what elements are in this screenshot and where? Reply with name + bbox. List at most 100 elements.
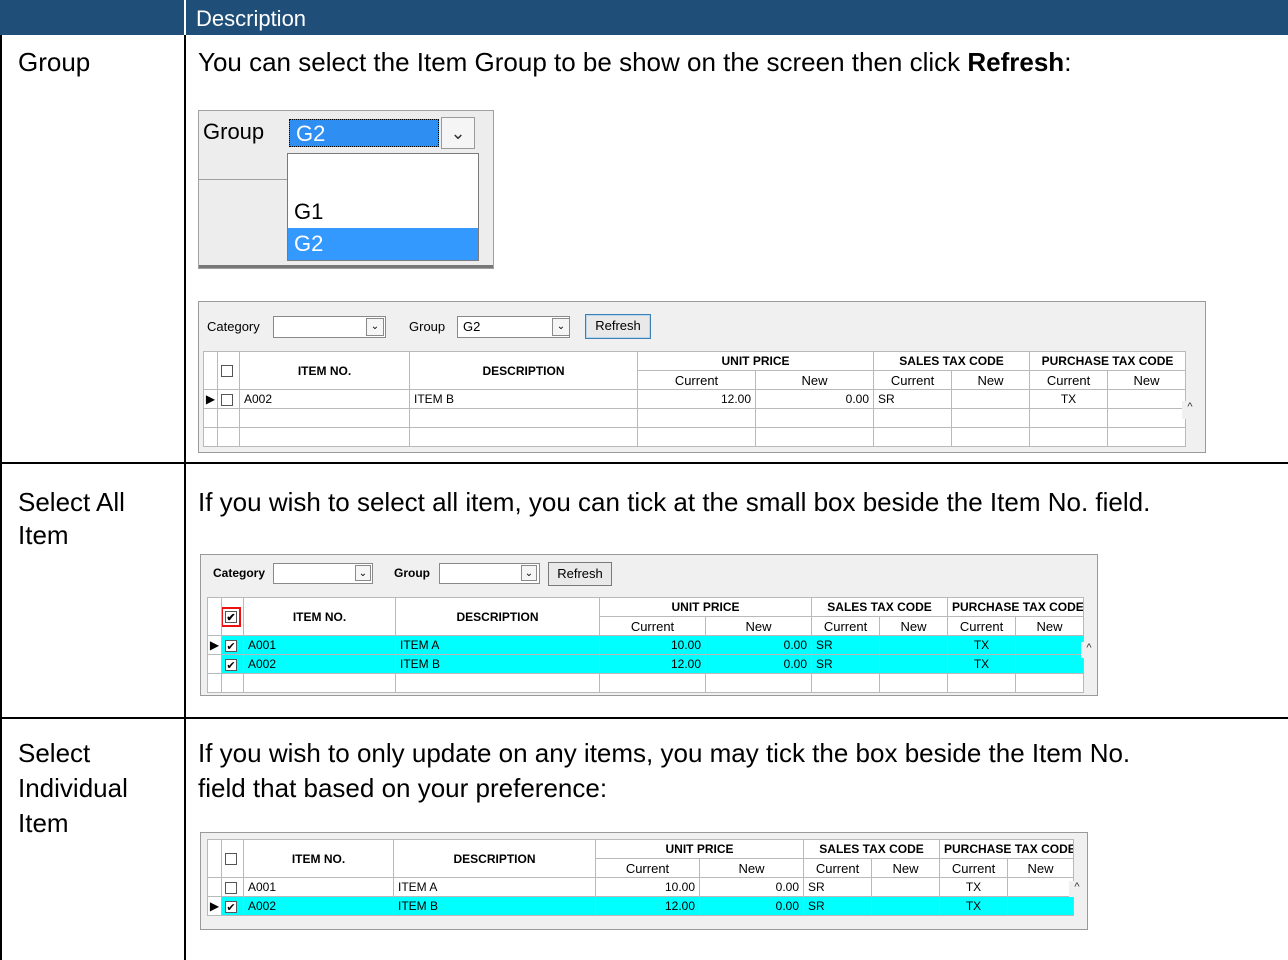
table-row-empty — [203, 408, 1187, 428]
cell-item-no: A002 — [239, 389, 410, 409]
item-grid-2: ✔ ITEM NO. DESCRIPTION UNIT PRICE SALES … — [207, 597, 1085, 693]
sub-current: Current — [595, 858, 700, 878]
table-row-empty — [207, 673, 1085, 693]
category-label: Category — [207, 319, 260, 334]
select-all-checkbox[interactable] — [221, 839, 244, 878]
table-row[interactable]: ▶ A002 ITEM B 12.00 0.00 SR TX — [203, 389, 1187, 409]
desc-colon: : — [1064, 47, 1072, 77]
row-indicator-header — [203, 351, 218, 390]
cell-item-no: A002 — [243, 896, 394, 916]
checkmark-icon[interactable]: ✔ — [225, 900, 237, 914]
select-all-checkbox[interactable]: ✔ — [221, 597, 244, 636]
sub-new: New — [704, 616, 813, 636]
combo-option-g1[interactable]: G1 — [288, 196, 478, 228]
col-item-no: ITEM NO. — [243, 597, 396, 636]
item-grid-1: ITEM NO. DESCRIPTION UNIT PRICE SALES TA… — [203, 351, 1187, 447]
cell-purchase-tax-new — [1015, 654, 1085, 674]
label-line: Select — [18, 738, 91, 768]
row-checkbox[interactable] — [217, 389, 240, 409]
desc-line: field that based on your preference: — [198, 773, 608, 803]
cell-purchase-tax-new — [1015, 635, 1085, 655]
sub-new: New — [1007, 858, 1075, 878]
sub-current: Current — [947, 616, 1017, 636]
row-checkbox[interactable] — [221, 877, 244, 897]
checkmark-icon[interactable]: ✔ — [225, 658, 237, 672]
select-all-checkbox[interactable] — [217, 351, 240, 390]
table-row[interactable]: ▶ ✔ A001 ITEM A 10.00 0.00 SR TX — [207, 635, 1085, 655]
grid-screenshot-1: Category ⌄ Group G2 ⌄ Refresh ITEM NO. D… — [198, 301, 1206, 453]
chevron-down-icon[interactable]: ⌄ — [441, 117, 475, 149]
cell-description: ITEM B — [393, 896, 596, 916]
cell-purchase-tax: TX — [947, 635, 1017, 655]
chevron-down-icon[interactable]: ⌄ — [355, 565, 371, 581]
cell-sales-tax: SR — [811, 654, 881, 674]
cell-purchase-tax: TX — [939, 877, 1009, 897]
cell-description: ITEM B — [409, 389, 638, 409]
combo-dropdown-list: G1 G2 — [287, 153, 479, 261]
table-row[interactable]: ✔ A002 ITEM B 12.00 0.00 SR TX — [207, 654, 1085, 674]
cell-description: ITEM B — [395, 654, 600, 674]
combo-option-g2[interactable]: G2 — [288, 228, 478, 260]
outer-left-border — [0, 35, 2, 960]
scroll-up-icon[interactable]: ^ — [1182, 401, 1198, 419]
sub-current: Current — [939, 858, 1009, 878]
cell-price-new: 0.00 — [704, 635, 813, 655]
col-sales-tax: SALES TAX CODE — [873, 351, 1031, 371]
cell-price-new: 0.00 — [698, 896, 805, 916]
col-item-no: ITEM NO. — [243, 839, 394, 878]
col-sales-tax: SALES TAX CODE — [811, 597, 949, 617]
cell-item-no: A001 — [243, 635, 396, 655]
cell-price-current: 12.00 — [599, 654, 706, 674]
cell-item-no: A001 — [243, 877, 394, 897]
panel-divider — [199, 179, 287, 180]
cell-sales-tax-new — [879, 654, 949, 674]
combo-group-input[interactable]: G2 — [289, 119, 439, 147]
cell-price-new: 0.00 — [704, 654, 813, 674]
cell-purchase-tax: TX — [939, 896, 1009, 916]
checkmark-icon[interactable]: ✔ — [225, 639, 237, 653]
checkmark-icon[interactable]: ✔ — [222, 607, 241, 628]
label-line: Item — [18, 520, 69, 550]
row-indicator-header — [207, 839, 222, 878]
row-label-group: Group — [18, 47, 91, 77]
row-label-select-individual: Select Individual Item — [18, 736, 128, 841]
refresh-button[interactable]: Refresh — [585, 314, 651, 339]
row-indicator — [207, 654, 222, 674]
row-checkbox[interactable]: ✔ — [221, 654, 244, 674]
table-row-empty — [203, 427, 1187, 447]
row-desc-group: You can select the Item Group to be show… — [198, 46, 1071, 79]
cell-description: ITEM A — [393, 877, 596, 897]
sub-new: New — [951, 370, 1031, 390]
refresh-button[interactable]: Refresh — [548, 562, 612, 586]
chevron-down-icon[interactable]: ⌄ — [521, 565, 537, 581]
col-unit-price: UNIT PRICE — [594, 839, 805, 859]
cell-purchase-tax-new — [1007, 896, 1075, 916]
row-divider-2 — [0, 717, 1288, 719]
combo-option-blank[interactable] — [288, 160, 478, 192]
table-row[interactable]: ▶ ✔ A002 ITEM B 12.00 0.00 SR TX — [207, 896, 1075, 916]
cell-sales-tax-new — [871, 896, 941, 916]
row-checkbox[interactable]: ✔ — [221, 896, 244, 916]
desc-bold-refresh: Refresh — [967, 47, 1065, 77]
scroll-up-icon[interactable]: ^ — [1069, 881, 1085, 897]
group-combo-screenshot: Group G2 ⌄ G1 G2 — [198, 110, 494, 269]
sub-current: Current — [811, 616, 881, 636]
header-cell-right — [186, 0, 1288, 35]
table-row[interactable]: A001 ITEM A 10.00 0.00 SR TX — [207, 877, 1075, 897]
row-indicator-header — [207, 597, 222, 636]
label-line: Item — [18, 808, 69, 838]
col-description: DESCRIPTION — [409, 351, 638, 390]
chevron-down-icon[interactable]: ⌄ — [366, 318, 384, 336]
row-checkbox[interactable]: ✔ — [221, 635, 244, 655]
column-divider — [184, 35, 186, 960]
cell-description: ITEM A — [395, 635, 600, 655]
cell-sales-tax: SR — [803, 877, 873, 897]
label-line: Individual — [18, 773, 128, 803]
sub-current: Current — [637, 370, 756, 390]
cell-sales-tax: SR — [803, 896, 873, 916]
cell-purchase-tax: TX — [947, 654, 1017, 674]
scroll-up-icon[interactable]: ^ — [1081, 642, 1097, 658]
group-label: Group — [394, 566, 430, 580]
description-header: Description — [196, 6, 307, 31]
chevron-down-icon[interactable]: ⌄ — [552, 318, 570, 336]
